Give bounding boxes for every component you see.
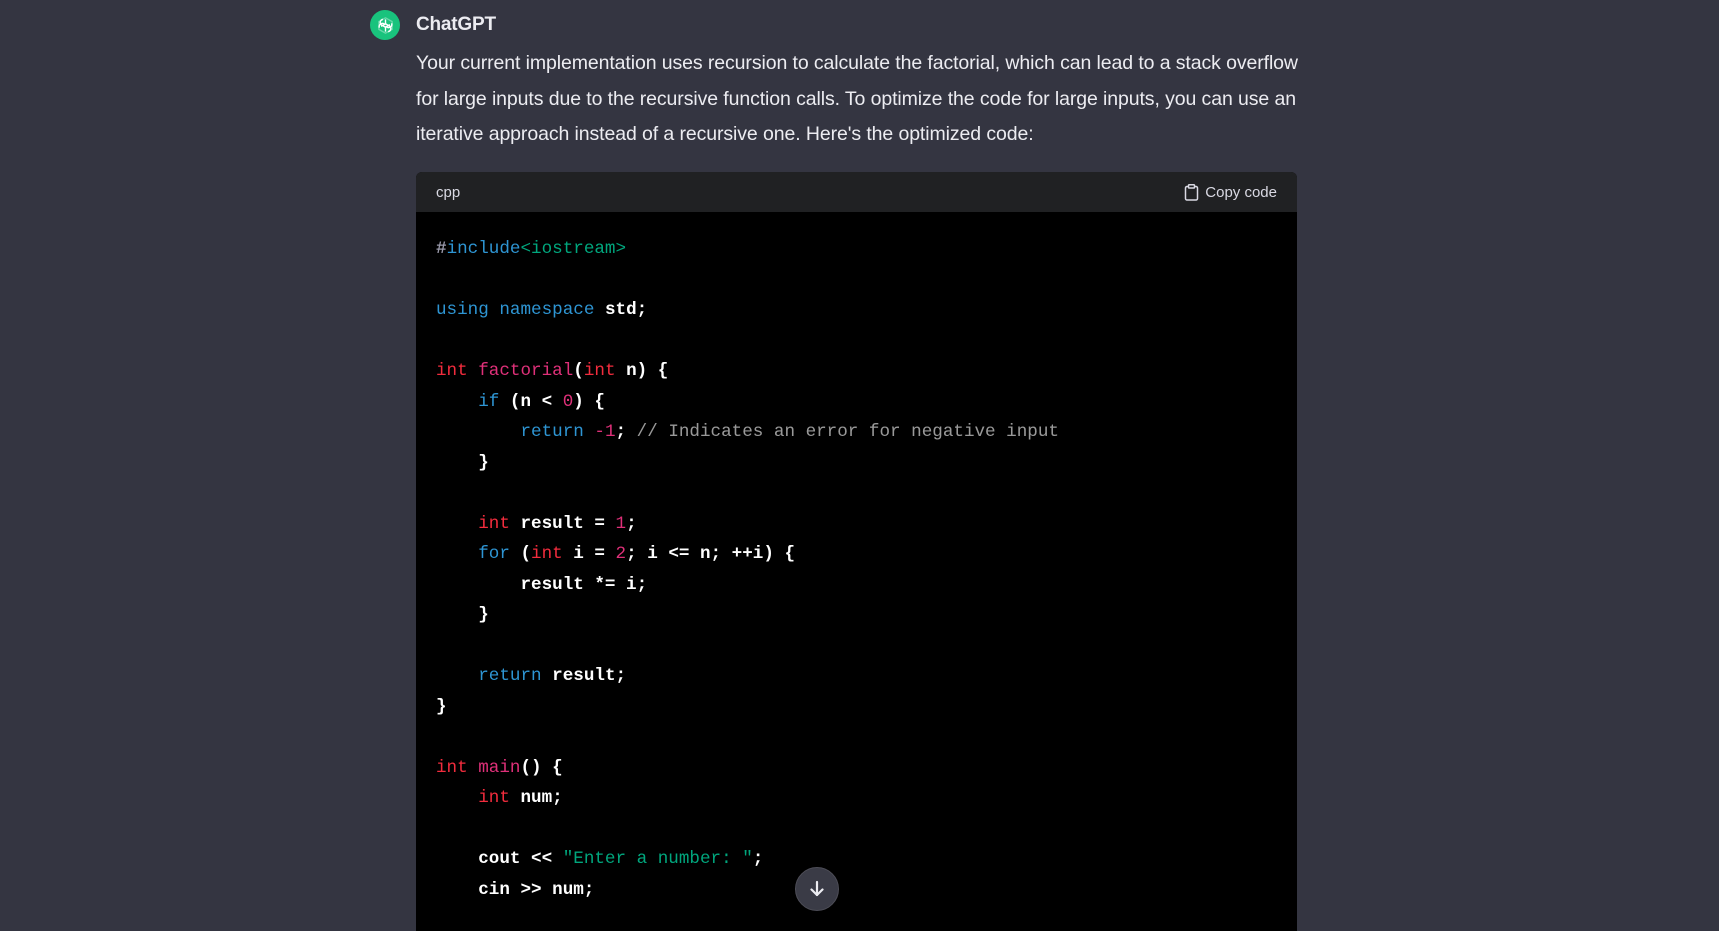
code-line: return -1; // Indicates an error for neg… (436, 417, 1277, 448)
code-token: result; (541, 666, 627, 686)
code-token: <iostream> (520, 239, 627, 259)
code-line: } (436, 448, 1277, 479)
code-line: } (436, 692, 1277, 723)
code-token: ( (509, 544, 532, 564)
code-token: int (531, 544, 563, 564)
code-token: cin >> num; (436, 879, 595, 900)
code-token: namespace (499, 300, 595, 320)
code-line: cout << "Enter a number: "; (436, 844, 1277, 875)
code-token: include (446, 239, 521, 259)
code-language-label: cpp (436, 183, 461, 201)
code-header: cpp Copy code (416, 172, 1297, 212)
code-block: cpp Copy code #include<iostream> using na… (416, 172, 1297, 931)
code-token: ; (752, 849, 764, 869)
code-token: } (436, 696, 447, 717)
code-line: cin >> num; (436, 875, 1277, 906)
code-line: int factorial(int n) { (436, 356, 1277, 387)
avatar (370, 10, 400, 40)
code-token: int (436, 757, 468, 778)
response-text: Your current implementation uses recursi… (416, 52, 1298, 145)
code-token: 1 (615, 513, 627, 534)
code-token: i = (562, 544, 616, 564)
scroll-to-bottom-button[interactable] (795, 867, 839, 911)
code-line: if (n < 0) { (436, 387, 1277, 418)
code-line: result *= i; (436, 570, 1277, 601)
code-token: if (478, 391, 500, 412)
code-token: // Indicates an error for negative input (636, 422, 1059, 442)
code-token: ( (573, 361, 584, 381)
code-token: ; (626, 513, 637, 534)
code-token: "Enter a number: " (562, 849, 753, 869)
code-token: int (436, 361, 468, 381)
code-token: 2 (615, 544, 627, 564)
code-line: int main() { (436, 753, 1277, 784)
chat-page: ChatGPT Your current implementation uses… (0, 0, 1719, 931)
code-content[interactable]: #include<iostream> using namespace std; in… (416, 212, 1297, 905)
code-token: # (436, 239, 447, 259)
code-token: 0 (562, 391, 574, 412)
code-line: int result = 1; (436, 509, 1277, 540)
code-token: std; (594, 300, 648, 320)
code-token: () { (520, 757, 563, 778)
code-token: num; (509, 788, 563, 808)
code-token: int (583, 361, 616, 381)
code-token: main (478, 757, 521, 778)
code-token: n) { (615, 361, 669, 381)
code-line: int num; (436, 783, 1277, 814)
code-line: return result; (436, 661, 1277, 692)
code-line: #include<iostream> (436, 234, 1277, 265)
code-token: result *= i; (436, 574, 648, 595)
arrow-down-icon (810, 880, 824, 897)
sender-name: ChatGPT (416, 14, 496, 35)
code-token: } (436, 452, 489, 473)
clipboard-icon (1185, 183, 1199, 201)
code-token: int (478, 788, 510, 808)
code-token: cout << (436, 849, 563, 869)
code-token: int (478, 513, 510, 534)
openai-logo-icon (377, 16, 393, 34)
code-token: return (520, 422, 584, 442)
copy-code-label: Copy code (1205, 183, 1277, 201)
code-token: for (478, 544, 510, 564)
code-token: ; (615, 422, 637, 442)
code-token: ) { (573, 391, 605, 412)
code-token: result = (509, 513, 616, 534)
code-token: return (478, 666, 542, 686)
code-line: } (436, 600, 1277, 631)
code-line: using namespace std; (436, 295, 1277, 326)
code-token: -1 (594, 422, 616, 442)
code-token: ; i <= n; ++i) { (626, 544, 796, 564)
code-token: } (436, 605, 489, 625)
code-token: (n < (499, 391, 563, 412)
copy-code-button[interactable]: Copy code (1184, 184, 1277, 201)
code-line: for (int i = 2; i <= n; ++i) { (436, 539, 1277, 570)
code-token: factorial (478, 361, 574, 381)
code-token: using (436, 300, 489, 320)
